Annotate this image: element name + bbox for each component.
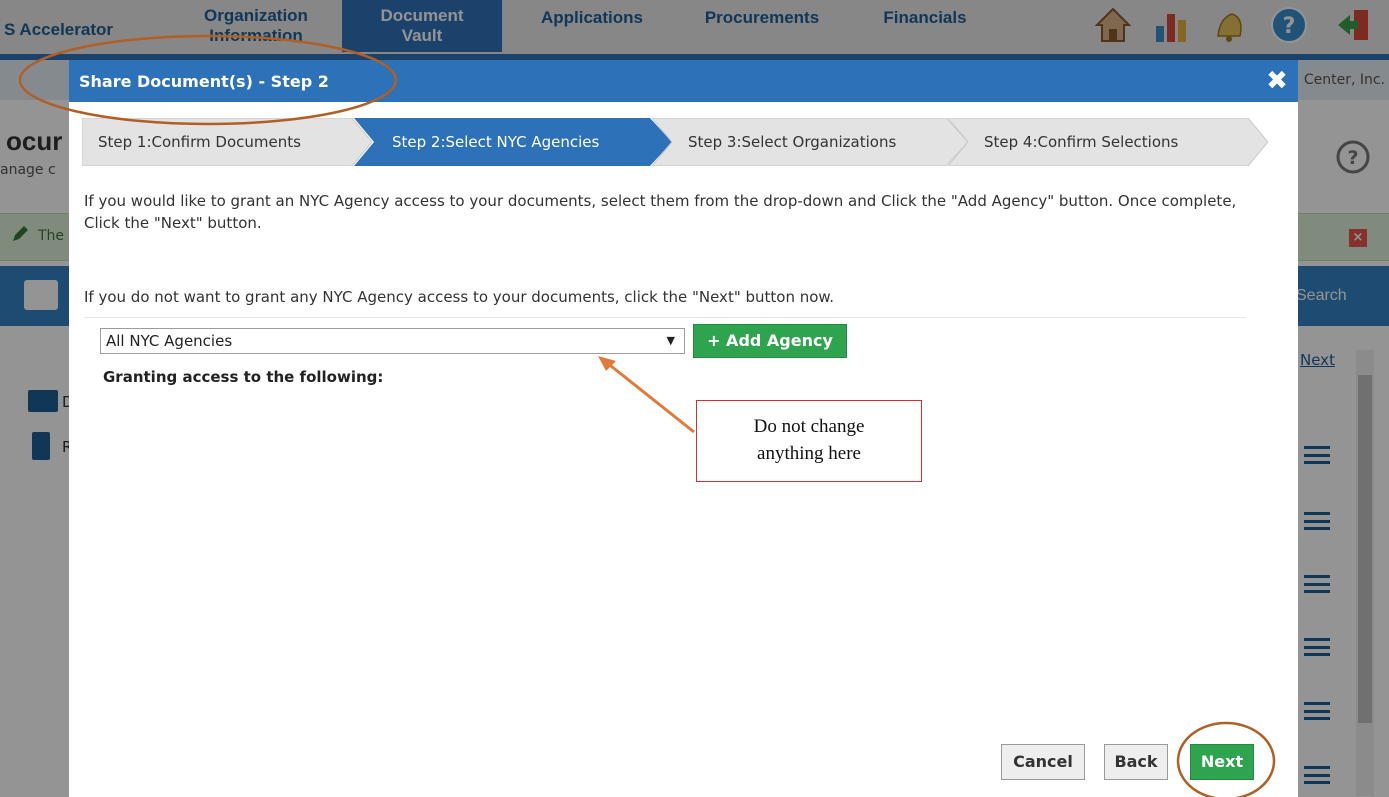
annotation-callout-box: Do not change anything here — [696, 400, 922, 482]
agency-select[interactable]: All NYC Agencies ▼ — [100, 328, 685, 354]
step-label: Step 4:Confirm Selections — [984, 133, 1179, 151]
step-label: Step 1:Confirm Documents — [98, 133, 301, 151]
back-button[interactable]: Back — [1104, 744, 1168, 780]
agency-select-value: All NYC Agencies — [106, 332, 233, 350]
next-button[interactable]: Next — [1190, 744, 1254, 780]
dropdown-arrow-icon: ▼ — [666, 334, 675, 347]
step-2-select-nyc-agencies[interactable]: Step 2:Select NYC Agencies — [354, 118, 672, 166]
share-documents-dialog: Share Document(s) - Step 2 ✖ Step 1:Conf… — [69, 60, 1298, 797]
dialog-title: Share Document(s) - Step 2 — [79, 72, 329, 91]
step-4-confirm-selections[interactable]: Step 4:Confirm Selections — [948, 118, 1268, 166]
step-label: Step 2:Select NYC Agencies — [392, 133, 600, 151]
instruction-text-1: If you would like to grant an NYC Agency… — [84, 192, 1237, 232]
step-3-select-organizations[interactable]: Step 3:Select Organizations — [652, 118, 968, 166]
step-label: Step 3:Select Organizations — [688, 133, 897, 151]
step-1-confirm-documents[interactable]: Step 1:Confirm Documents — [82, 118, 372, 166]
instruction-text-2: If you do not want to grant any NYC Agen… — [84, 288, 835, 306]
close-icon[interactable]: ✖ — [1262, 66, 1292, 96]
callout-line-2: anything here — [757, 443, 861, 464]
granting-access-label: Granting access to the following: — [103, 368, 384, 386]
callout-line-1: Do not change — [753, 416, 865, 437]
cancel-button[interactable]: Cancel — [1001, 744, 1085, 780]
divider — [84, 317, 1246, 318]
dialog-header: Share Document(s) - Step 2 ✖ — [69, 60, 1298, 102]
add-agency-button[interactable]: + Add Agency — [693, 324, 847, 358]
wizard-steps: Step 1:Confirm Documents Step 2:Select N… — [82, 118, 1282, 166]
